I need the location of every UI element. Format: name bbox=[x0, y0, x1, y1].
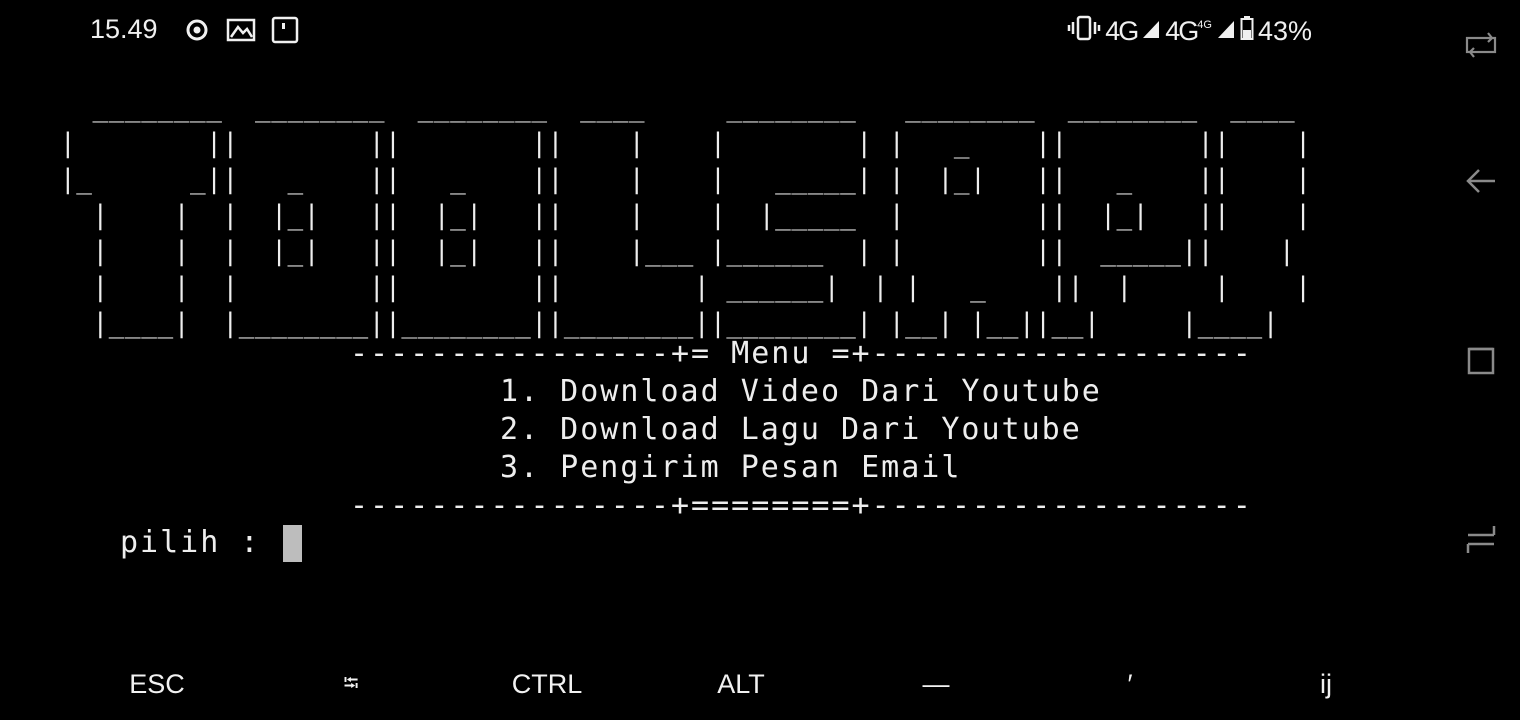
rotate-icon[interactable] bbox=[1464, 28, 1498, 62]
battery-percent: 43% bbox=[1257, 15, 1312, 46]
notification-icon bbox=[271, 16, 299, 49]
menu-item-1: 1. Download Video Dari Youtube bbox=[500, 374, 1102, 409]
network-type-1: 4G bbox=[1105, 15, 1139, 46]
signal-icon-2 bbox=[1216, 16, 1236, 47]
status-time: 15.49 bbox=[90, 14, 158, 44]
menu-item-3: 3. Pengirim Pesan Email bbox=[500, 450, 962, 485]
vibrate-icon bbox=[1067, 15, 1101, 48]
input-prompt-row[interactable]: pilih : bbox=[120, 524, 302, 562]
menu-footer: ----------------+========+--------------… bbox=[350, 488, 1253, 523]
recents-icon[interactable] bbox=[1464, 343, 1498, 377]
record-icon bbox=[186, 19, 208, 46]
gallery-icon bbox=[226, 17, 256, 48]
prompt-label: pilih : bbox=[120, 525, 281, 560]
ascii-art-banner: ________ ________ ________ ____ ________… bbox=[60, 92, 1312, 340]
back-icon[interactable] bbox=[1464, 164, 1498, 198]
tab-key[interactable]: ⭾ bbox=[281, 664, 421, 704]
signal-icon-1 bbox=[1141, 16, 1161, 47]
menu-header: ----------------+= Menu =+--------------… bbox=[350, 336, 1253, 371]
status-right: 4G 4G4G 43% bbox=[1067, 14, 1312, 48]
switch-icon[interactable] bbox=[1464, 522, 1498, 556]
extra-keys-bar: ESC ⭾ CTRL ALT — ′ ij bbox=[0, 650, 1440, 720]
terminal-cursor[interactable] bbox=[282, 524, 302, 562]
terminal-banner: ________ ________ ________ ____ ________… bbox=[60, 90, 1312, 339]
battery-icon bbox=[1240, 15, 1254, 48]
esc-key[interactable]: ESC bbox=[87, 664, 227, 704]
ij-key[interactable]: ij bbox=[1256, 664, 1396, 704]
menu-item-2: 2. Download Lagu Dari Youtube bbox=[500, 412, 1082, 447]
network-type-2: 4G4G bbox=[1165, 15, 1212, 46]
dash-key[interactable]: — bbox=[866, 664, 1006, 704]
status-bar: 15.49 4G 4G4G 43% bbox=[0, 0, 1440, 62]
ctrl-key[interactable]: CTRL bbox=[477, 664, 617, 704]
alt-key[interactable]: ALT bbox=[671, 664, 811, 704]
prime-key[interactable]: ′ bbox=[1060, 664, 1200, 704]
navigation-bar bbox=[1440, 0, 1520, 720]
